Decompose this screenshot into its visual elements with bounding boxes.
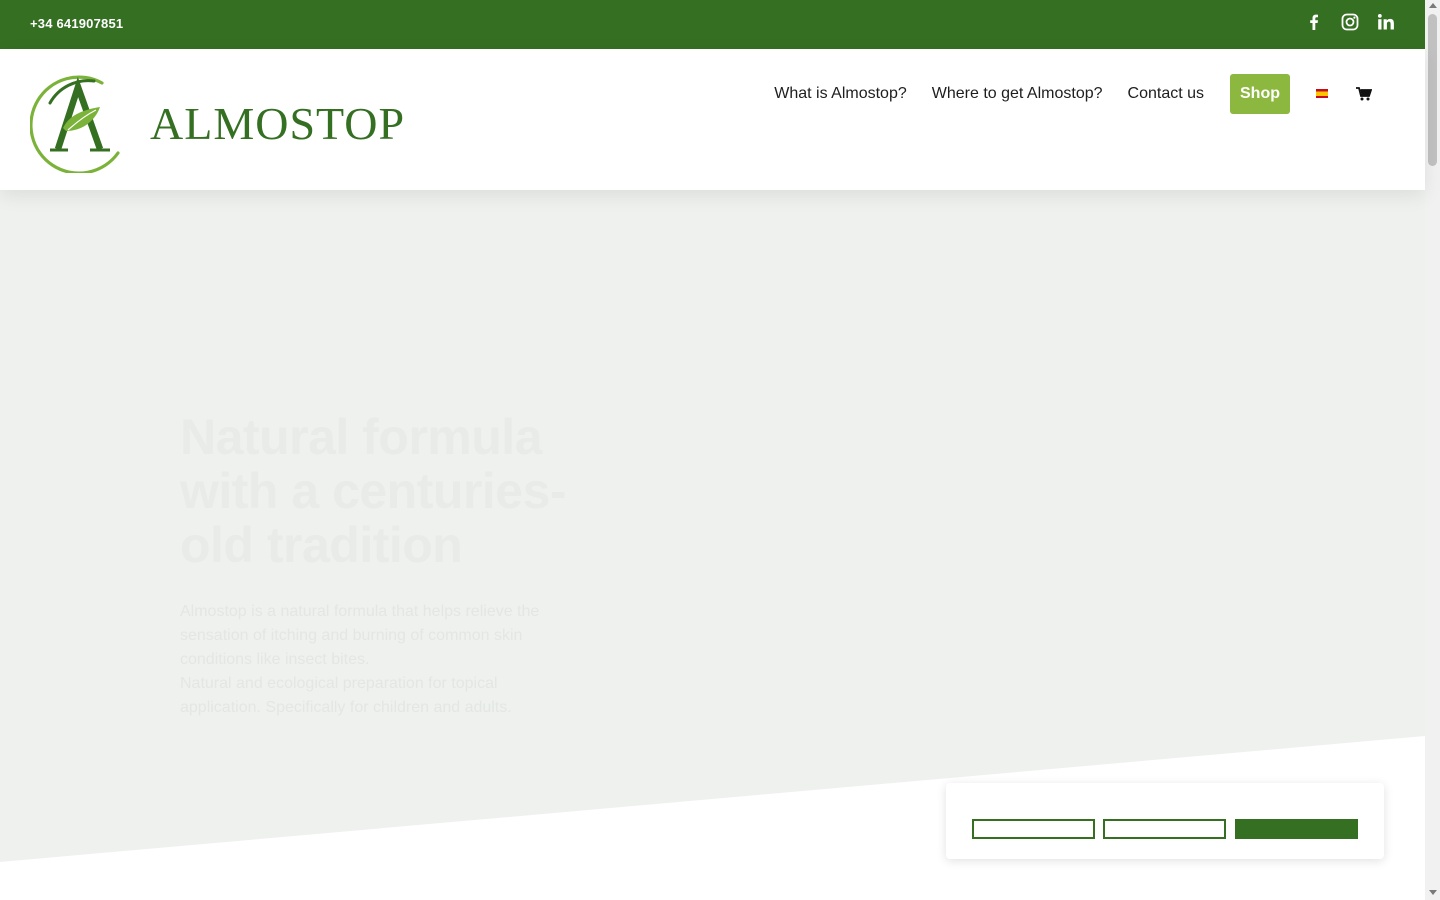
nav-what-is-almostop[interactable]: What is Almostop? xyxy=(774,73,907,114)
spain-flag-icon[interactable] xyxy=(1316,89,1328,98)
cookie-consent-panel xyxy=(946,783,1384,859)
social-links xyxy=(1305,13,1395,31)
phone-number[interactable]: +34 641907851 xyxy=(30,16,123,31)
nav-where-to-get[interactable]: Where to get Almostop? xyxy=(932,73,1103,114)
site-header: ALMOSTOP What is Almostop? Where to get … xyxy=(0,49,1425,190)
hero-paragraph-1: Almostop is a natural formula that helps… xyxy=(180,603,540,668)
linkedin-icon[interactable] xyxy=(1377,13,1395,31)
facebook-icon[interactable] xyxy=(1305,13,1323,31)
cart-icon[interactable] xyxy=(1356,86,1373,101)
page-scrollbar[interactable] xyxy=(1425,0,1440,900)
hero-description: Almostop is a natural formula that helps… xyxy=(180,600,575,720)
cookie-button-2[interactable] xyxy=(1103,819,1226,839)
main-nav: What is Almostop? Where to get Almostop?… xyxy=(749,73,1373,114)
cookie-button-1[interactable] xyxy=(972,819,1095,839)
top-bar: +34 641907851 xyxy=(0,0,1425,49)
scroll-up-icon[interactable] xyxy=(1429,3,1437,8)
cookie-accept-button[interactable] xyxy=(1235,819,1358,839)
instagram-icon[interactable] xyxy=(1341,13,1359,31)
brand-name: ALMOSTOP xyxy=(150,98,406,149)
scroll-down-icon[interactable] xyxy=(1429,890,1437,895)
hero-title: Natural formula with a centuries-old tra… xyxy=(180,409,567,573)
logo-mark-icon xyxy=(29,73,122,175)
scrollbar-thumb[interactable] xyxy=(1428,14,1437,166)
site-logo[interactable]: ALMOSTOP xyxy=(29,73,406,175)
nav-contact-us[interactable]: Contact us xyxy=(1128,73,1204,114)
nav-shop-button[interactable]: Shop xyxy=(1230,73,1290,114)
hero-paragraph-2: Natural and ecological preparation for t… xyxy=(180,675,512,716)
